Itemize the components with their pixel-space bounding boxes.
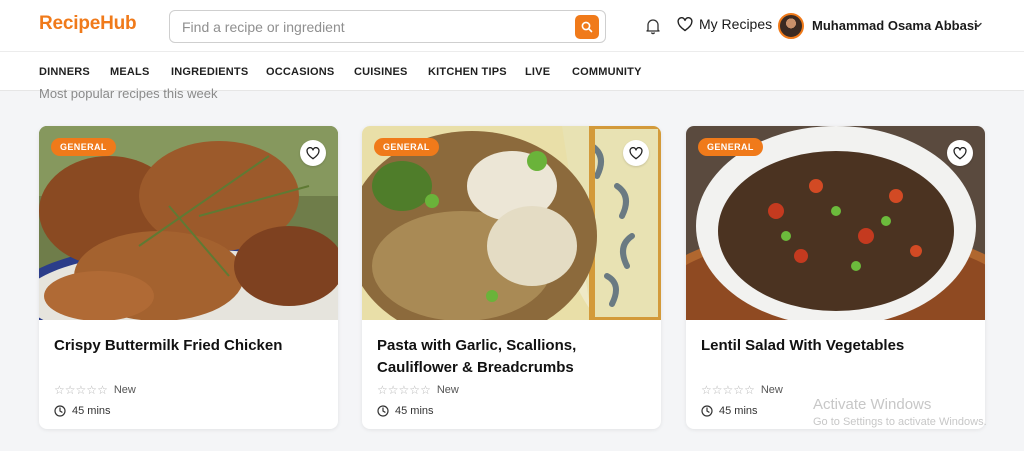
recipe-card[interactable]: GENERAL Pasta with Garlic, Scallions, Ca… [362,126,661,429]
cook-time: 45 mins [54,405,111,417]
nav-item-live[interactable]: LIVE [525,66,550,78]
search-input[interactable] [182,18,562,36]
watermark-title: Activate Windows [813,396,932,413]
star-icon[interactable]: ☆ [409,384,420,396]
recipe-card[interactable]: GENERAL Crispy Buttermilk Fried Chicken … [39,126,338,429]
cook-time-label: 45 mins [719,405,758,417]
star-icon[interactable]: ☆ [54,384,65,396]
star-icon[interactable]: ☆ [377,384,388,396]
category-badge: GENERAL [698,138,763,156]
category-badge: GENERAL [374,138,439,156]
clock-icon [701,405,713,417]
star-rating[interactable]: ☆ ☆ ☆ ☆ ☆ [377,384,431,396]
category-badge: GENERAL [51,138,116,156]
avatar[interactable] [778,13,804,39]
cook-time-label: 45 mins [395,405,434,417]
star-icon[interactable]: ☆ [733,384,744,396]
recipe-image[interactable]: GENERAL [362,126,661,320]
cook-time: 45 mins [377,405,434,417]
rating: ☆ ☆ ☆ ☆ ☆ New [54,384,136,396]
nav-item-occasions[interactable]: OCCASIONS [266,66,334,78]
star-icon[interactable]: ☆ [86,384,97,396]
star-icon[interactable]: ☆ [76,384,87,396]
chevron-down-icon[interactable] [973,20,983,30]
bell-icon[interactable] [644,17,662,35]
top-header: RecipeHub My Recipes Muhammad Osama Abba… [0,0,1024,52]
heart-icon [677,16,693,31]
star-icon[interactable]: ☆ [399,384,410,396]
heart-icon [629,146,643,159]
favorite-button[interactable] [300,140,326,166]
nav-item-ingredients[interactable]: INGREDIENTS [171,66,248,78]
search-button[interactable] [575,15,599,39]
nav-item-meals[interactable]: MEALS [110,66,150,78]
nav-item-kitchen-tips[interactable]: KITCHEN TIPS [428,66,507,78]
cook-time-label: 45 mins [72,405,111,417]
clock-icon [54,405,66,417]
recipe-title[interactable]: Lentil Salad With Vegetables [701,335,971,357]
nav-item-community[interactable]: COMMUNITY [572,66,642,78]
watermark-subtitle: Go to Settings to activate Windows. [813,416,987,428]
nav-item-dinners[interactable]: DINNERS [39,66,90,78]
rating-label: New [436,384,459,396]
rating-label: New [113,384,136,396]
rating: ☆ ☆ ☆ ☆ ☆ New [377,384,459,396]
star-rating[interactable]: ☆ ☆ ☆ ☆ ☆ [54,384,108,396]
logo[interactable]: RecipeHub [39,13,137,35]
star-icon[interactable]: ☆ [65,384,76,396]
heart-icon [953,146,967,159]
clock-icon [377,405,389,417]
recipe-card[interactable]: GENERAL Lentil Salad With Vegetables ☆ ☆ ☆… [686,126,985,429]
star-icon[interactable]: ☆ [420,384,431,396]
star-icon[interactable]: ☆ [701,384,712,396]
star-icon[interactable]: ☆ [723,384,734,396]
my-recipes-label: My Recipes [699,16,773,32]
star-icon[interactable]: ☆ [712,384,723,396]
star-rating[interactable]: ☆ ☆ ☆ ☆ ☆ [701,384,755,396]
recipe-image[interactable]: GENERAL [39,126,338,320]
star-icon[interactable]: ☆ [744,384,755,396]
rating: ☆ ☆ ☆ ☆ ☆ New [701,384,783,396]
rating-label: New [760,384,783,396]
heart-icon [306,146,320,159]
recipe-title[interactable]: Pasta with Garlic, Scallions, Cauliflowe… [377,335,647,379]
search-icon [581,21,593,33]
recipe-image[interactable]: GENERAL [686,126,985,320]
nav-item-cuisines[interactable]: CUISINES [354,66,408,78]
star-icon[interactable]: ☆ [388,384,399,396]
favorite-button[interactable] [947,140,973,166]
my-recipes-link[interactable]: My Recipes [677,16,772,32]
cook-time: 45 mins [701,405,758,417]
star-icon[interactable]: ☆ [97,384,108,396]
search-bar[interactable] [169,10,606,43]
activation-watermark: Activate Windows Go to Settings to activ… [813,396,987,428]
section-subtitle: Most popular recipes this week [39,86,218,101]
favorite-button[interactable] [623,140,649,166]
recipe-title[interactable]: Crispy Buttermilk Fried Chicken [54,335,324,357]
user-name[interactable]: Muhammad Osama Abbasi [812,18,978,33]
